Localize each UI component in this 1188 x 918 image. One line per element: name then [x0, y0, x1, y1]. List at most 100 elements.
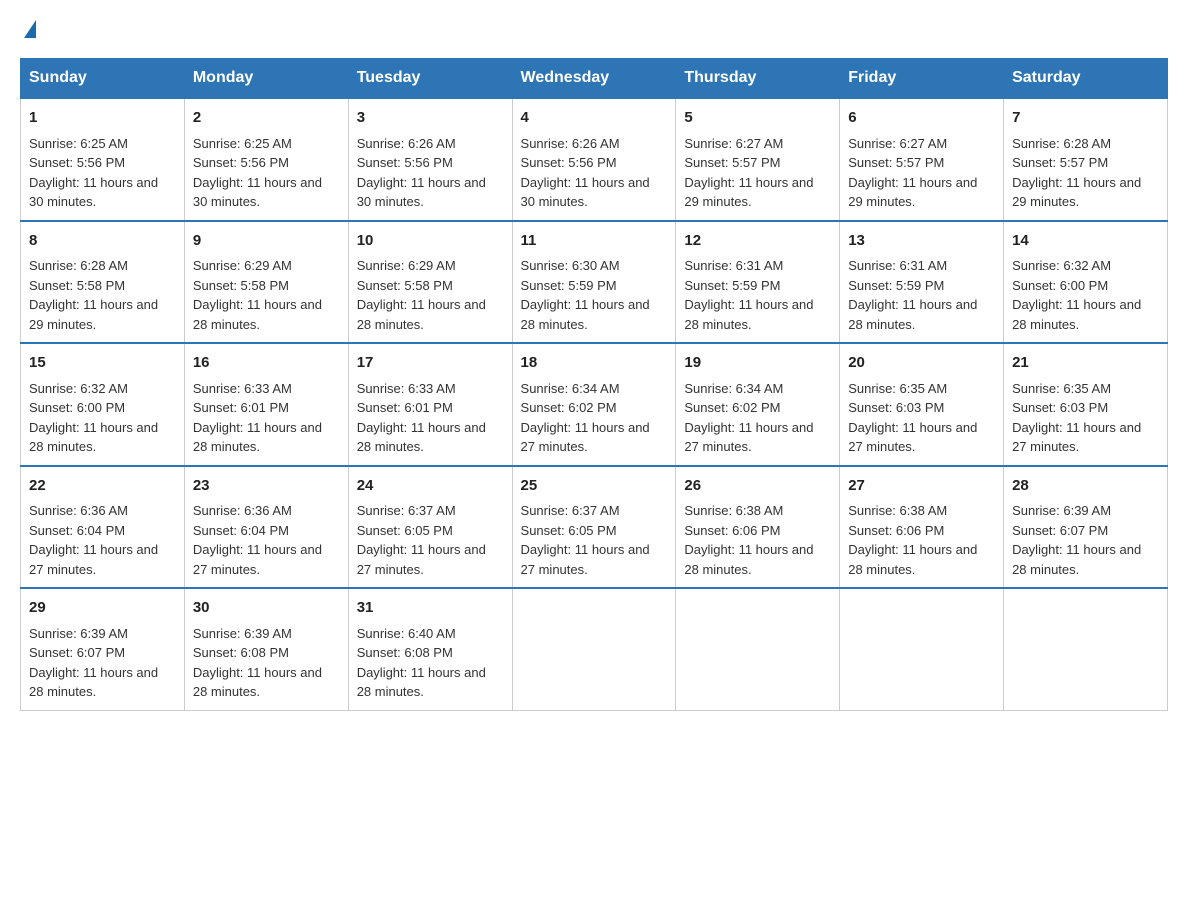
day-cell: 14 Sunrise: 6:32 AM Sunset: 6:00 PM Dayl…: [1004, 221, 1168, 344]
day-cell: 7 Sunrise: 6:28 AM Sunset: 5:57 PM Dayli…: [1004, 98, 1168, 221]
day-daylight: Daylight: 11 hours and 28 minutes.: [684, 540, 831, 579]
day-sunset: Sunset: 6:01 PM: [357, 398, 504, 418]
day-cell: 27 Sunrise: 6:38 AM Sunset: 6:06 PM Dayl…: [840, 466, 1004, 589]
day-sunset: Sunset: 6:06 PM: [684, 521, 831, 541]
day-sunset: Sunset: 6:04 PM: [193, 521, 340, 541]
day-sunset: Sunset: 6:08 PM: [193, 643, 340, 663]
day-daylight: Daylight: 11 hours and 28 minutes.: [1012, 540, 1159, 579]
day-sunset: Sunset: 6:07 PM: [1012, 521, 1159, 541]
day-cell: [676, 588, 840, 710]
calendar-body: 1 Sunrise: 6:25 AM Sunset: 5:56 PM Dayli…: [21, 98, 1168, 710]
day-sunrise: Sunrise: 6:31 AM: [684, 256, 831, 276]
header-cell-monday: Monday: [184, 59, 348, 99]
day-cell: 4 Sunrise: 6:26 AM Sunset: 5:56 PM Dayli…: [512, 98, 676, 221]
header: [20, 20, 1168, 38]
day-daylight: Daylight: 11 hours and 28 minutes.: [848, 540, 995, 579]
day-sunrise: Sunrise: 6:26 AM: [357, 134, 504, 154]
day-cell: [512, 588, 676, 710]
day-number: 17: [357, 352, 504, 375]
day-number: 20: [848, 352, 995, 375]
day-number: 19: [684, 352, 831, 375]
calendar-header: SundayMondayTuesdayWednesdayThursdayFrid…: [21, 59, 1168, 99]
day-cell: 11 Sunrise: 6:30 AM Sunset: 5:59 PM Dayl…: [512, 221, 676, 344]
day-number: 5: [684, 107, 831, 130]
day-sunrise: Sunrise: 6:28 AM: [1012, 134, 1159, 154]
day-sunrise: Sunrise: 6:29 AM: [193, 256, 340, 276]
week-row-1: 1 Sunrise: 6:25 AM Sunset: 5:56 PM Dayli…: [21, 98, 1168, 221]
day-cell: 24 Sunrise: 6:37 AM Sunset: 6:05 PM Dayl…: [348, 466, 512, 589]
day-daylight: Daylight: 11 hours and 28 minutes.: [357, 418, 504, 457]
day-sunset: Sunset: 5:56 PM: [29, 153, 176, 173]
day-number: 30: [193, 597, 340, 620]
day-cell: 9 Sunrise: 6:29 AM Sunset: 5:58 PM Dayli…: [184, 221, 348, 344]
day-sunset: Sunset: 5:57 PM: [684, 153, 831, 173]
day-sunrise: Sunrise: 6:33 AM: [193, 379, 340, 399]
day-number: 2: [193, 107, 340, 130]
day-cell: 28 Sunrise: 6:39 AM Sunset: 6:07 PM Dayl…: [1004, 466, 1168, 589]
day-number: 24: [357, 475, 504, 498]
day-cell: 15 Sunrise: 6:32 AM Sunset: 6:00 PM Dayl…: [21, 343, 185, 466]
day-daylight: Daylight: 11 hours and 27 minutes.: [684, 418, 831, 457]
day-daylight: Daylight: 11 hours and 28 minutes.: [29, 418, 176, 457]
day-cell: 22 Sunrise: 6:36 AM Sunset: 6:04 PM Dayl…: [21, 466, 185, 589]
day-cell: 1 Sunrise: 6:25 AM Sunset: 5:56 PM Dayli…: [21, 98, 185, 221]
day-number: 12: [684, 230, 831, 253]
day-sunset: Sunset: 6:06 PM: [848, 521, 995, 541]
day-sunrise: Sunrise: 6:25 AM: [29, 134, 176, 154]
day-sunset: Sunset: 6:02 PM: [684, 398, 831, 418]
day-sunrise: Sunrise: 6:26 AM: [521, 134, 668, 154]
day-cell: [840, 588, 1004, 710]
day-daylight: Daylight: 11 hours and 27 minutes.: [848, 418, 995, 457]
day-cell: 17 Sunrise: 6:33 AM Sunset: 6:01 PM Dayl…: [348, 343, 512, 466]
day-daylight: Daylight: 11 hours and 27 minutes.: [193, 540, 340, 579]
day-sunrise: Sunrise: 6:27 AM: [848, 134, 995, 154]
calendar-table: SundayMondayTuesdayWednesdayThursdayFrid…: [20, 58, 1168, 711]
day-daylight: Daylight: 11 hours and 29 minutes.: [1012, 173, 1159, 212]
day-number: 13: [848, 230, 995, 253]
day-cell: 21 Sunrise: 6:35 AM Sunset: 6:03 PM Dayl…: [1004, 343, 1168, 466]
day-sunset: Sunset: 5:58 PM: [193, 276, 340, 296]
day-cell: 3 Sunrise: 6:26 AM Sunset: 5:56 PM Dayli…: [348, 98, 512, 221]
day-number: 14: [1012, 230, 1159, 253]
day-sunrise: Sunrise: 6:33 AM: [357, 379, 504, 399]
day-cell: 10 Sunrise: 6:29 AM Sunset: 5:58 PM Dayl…: [348, 221, 512, 344]
day-daylight: Daylight: 11 hours and 28 minutes.: [193, 663, 340, 702]
header-cell-sunday: Sunday: [21, 59, 185, 99]
day-number: 11: [521, 230, 668, 253]
day-daylight: Daylight: 11 hours and 28 minutes.: [521, 295, 668, 334]
day-sunset: Sunset: 6:03 PM: [1012, 398, 1159, 418]
day-sunrise: Sunrise: 6:37 AM: [357, 501, 504, 521]
day-daylight: Daylight: 11 hours and 28 minutes.: [357, 295, 504, 334]
day-sunset: Sunset: 6:04 PM: [29, 521, 176, 541]
day-daylight: Daylight: 11 hours and 28 minutes.: [29, 663, 176, 702]
day-sunset: Sunset: 5:56 PM: [193, 153, 340, 173]
header-cell-wednesday: Wednesday: [512, 59, 676, 99]
day-cell: 5 Sunrise: 6:27 AM Sunset: 5:57 PM Dayli…: [676, 98, 840, 221]
day-sunrise: Sunrise: 6:38 AM: [684, 501, 831, 521]
day-cell: 8 Sunrise: 6:28 AM Sunset: 5:58 PM Dayli…: [21, 221, 185, 344]
day-number: 9: [193, 230, 340, 253]
day-daylight: Daylight: 11 hours and 28 minutes.: [1012, 295, 1159, 334]
day-sunset: Sunset: 6:05 PM: [357, 521, 504, 541]
logo: [20, 20, 36, 38]
day-cell: 18 Sunrise: 6:34 AM Sunset: 6:02 PM Dayl…: [512, 343, 676, 466]
day-daylight: Daylight: 11 hours and 28 minutes.: [684, 295, 831, 334]
day-cell: 20 Sunrise: 6:35 AM Sunset: 6:03 PM Dayl…: [840, 343, 1004, 466]
day-sunset: Sunset: 6:08 PM: [357, 643, 504, 663]
day-sunset: Sunset: 5:57 PM: [848, 153, 995, 173]
day-daylight: Daylight: 11 hours and 29 minutes.: [684, 173, 831, 212]
day-sunset: Sunset: 5:58 PM: [29, 276, 176, 296]
day-sunrise: Sunrise: 6:38 AM: [848, 501, 995, 521]
day-number: 28: [1012, 475, 1159, 498]
header-row: SundayMondayTuesdayWednesdayThursdayFrid…: [21, 59, 1168, 99]
day-sunset: Sunset: 5:59 PM: [521, 276, 668, 296]
day-sunrise: Sunrise: 6:25 AM: [193, 134, 340, 154]
day-number: 25: [521, 475, 668, 498]
day-daylight: Daylight: 11 hours and 28 minutes.: [357, 663, 504, 702]
header-cell-saturday: Saturday: [1004, 59, 1168, 99]
day-number: 3: [357, 107, 504, 130]
day-cell: 31 Sunrise: 6:40 AM Sunset: 6:08 PM Dayl…: [348, 588, 512, 710]
day-sunrise: Sunrise: 6:32 AM: [1012, 256, 1159, 276]
day-sunset: Sunset: 5:59 PM: [684, 276, 831, 296]
day-sunset: Sunset: 5:59 PM: [848, 276, 995, 296]
